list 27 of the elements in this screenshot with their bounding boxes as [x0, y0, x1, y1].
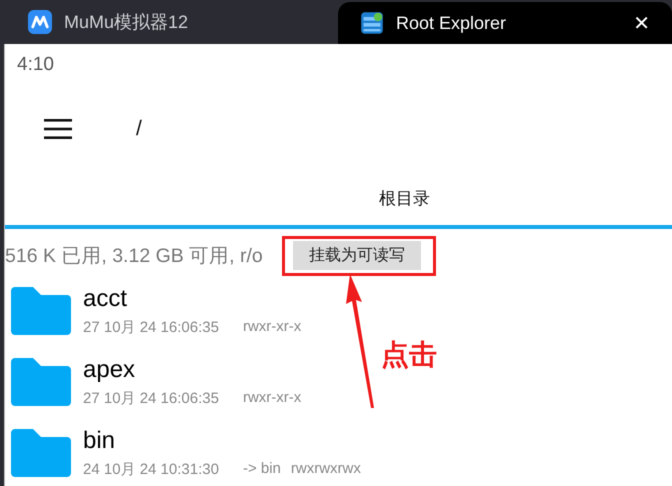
- path-title: /: [136, 116, 142, 140]
- window-tab[interactable]: MuMu模拟器12: [6, 0, 338, 44]
- tab-label: MuMu模拟器12: [64, 11, 188, 34]
- mount-button[interactable]: 挂载为可读写: [292, 240, 421, 270]
- file-date: 27 10月 24 16:06:35: [83, 318, 219, 336]
- menu-icon[interactable]: [44, 118, 72, 138]
- window-tab[interactable]: Root Explorer ✕: [338, 2, 672, 44]
- folder-icon: [11, 428, 71, 476]
- file-date: 24 10月 24 10:31:30: [83, 460, 219, 478]
- section-tab[interactable]: 根目录: [379, 186, 430, 210]
- tab-label: Root Explorer: [396, 12, 506, 34]
- link-target: -> bin: [242, 460, 281, 478]
- file-name: bin: [83, 426, 116, 454]
- annotation-label: 点击: [381, 338, 437, 372]
- storage-info: 516 K 已用, 3.12 GB 可用, r/o: [5, 244, 263, 268]
- file-date: 27 10月 24 16:06:35: [83, 388, 219, 408]
- folder-icon: [11, 358, 71, 406]
- close-button[interactable]: ✕: [631, 11, 652, 35]
- status-time: 4:10: [17, 54, 54, 76]
- file-name: apex: [83, 356, 136, 384]
- file-permissions: rwxr-xr-x: [242, 318, 302, 336]
- file-permissions: rwxrwxrwx: [290, 460, 361, 478]
- app-icon: [28, 10, 52, 34]
- file-permissions: rwxr-xr-x: [242, 388, 302, 408]
- file-name: acct: [83, 284, 128, 312]
- folder-icon: [11, 286, 71, 334]
- app-icon: [360, 11, 384, 35]
